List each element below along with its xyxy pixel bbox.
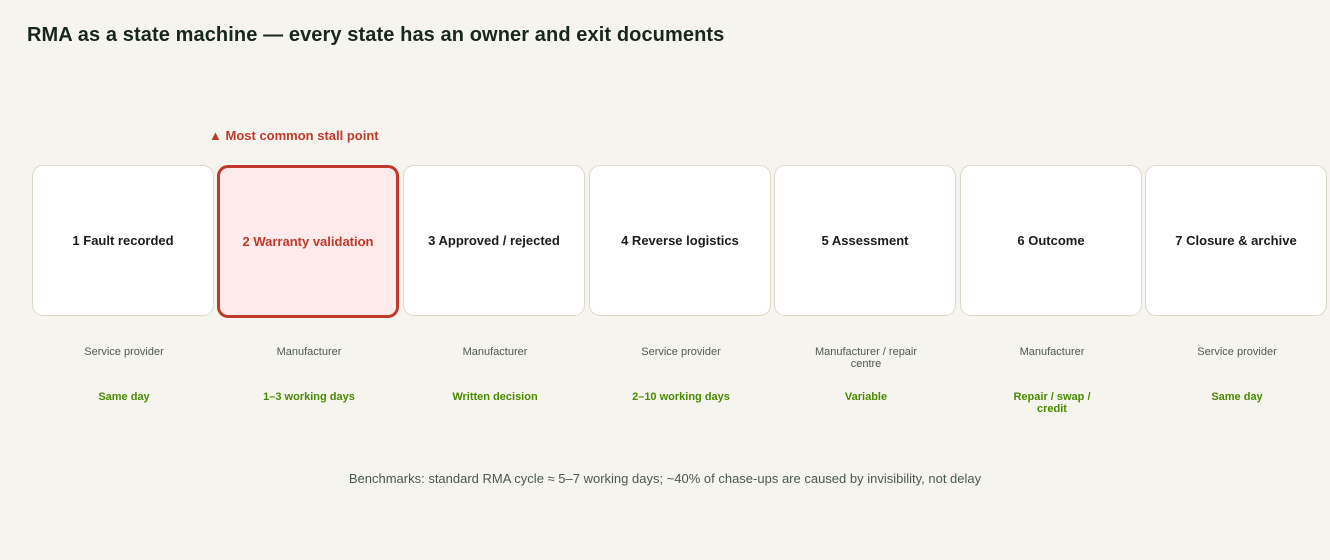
benchmarks-footnote: Benchmarks: standard RMA cycle ≈ 5–7 wor… xyxy=(348,471,982,486)
stage-owner: Service provider xyxy=(641,346,721,358)
stage-card: 5 Assessment xyxy=(774,165,956,316)
stage-timing: Repair / swap / credit xyxy=(1013,391,1091,415)
stage-label: 3 Approved / rejected xyxy=(428,233,560,248)
stall-point-annotation: ▲ Most common stall point xyxy=(209,128,379,143)
stage-owner: Manufacturer xyxy=(276,346,342,358)
stage-timing: 1–3 working days xyxy=(263,391,355,403)
page-title: RMA as a state machine — every state has… xyxy=(27,24,725,46)
stage-card: 3 Approved / rejected xyxy=(403,165,585,316)
stage-fault-recorded: 1 Fault recorded Service provider Same d… xyxy=(32,165,216,425)
state-machine-stages: 1 Fault recorded Service provider Same d… xyxy=(32,165,1330,425)
stage-card-highlighted: 2 Warranty validation xyxy=(217,165,399,318)
stage-label: 2 Warranty validation xyxy=(242,234,374,249)
stage-label: 6 Outcome xyxy=(1017,233,1085,248)
stage-label: 1 Fault recorded xyxy=(72,233,174,248)
stage-reverse-logistics: 4 Reverse logistics Service provider 2–1… xyxy=(589,165,773,425)
stage-timing: Variable xyxy=(844,391,888,403)
stage-timing: Same day xyxy=(98,391,150,403)
stage-label: 5 Assessment xyxy=(821,233,909,248)
stall-point-label: Most common stall point xyxy=(225,128,379,143)
stage-card: 1 Fault recorded xyxy=(32,165,214,316)
stage-card: 6 Outcome xyxy=(960,165,1142,316)
stage-owner: Manufacturer xyxy=(1019,346,1085,358)
stage-label: 7 Closure & archive xyxy=(1175,233,1297,248)
stage-warranty-validation: 2 Warranty validation Manufacturer 1–3 w… xyxy=(217,165,401,425)
stage-label: 4 Reverse logistics xyxy=(621,233,739,248)
stage-outcome: 6 Outcome Manufacturer Repair / swap / c… xyxy=(960,165,1144,425)
stage-owner: Service provider xyxy=(1197,346,1277,358)
stage-approved-rejected: 3 Approved / rejected Manufacturer Writt… xyxy=(403,165,587,425)
stage-closure-archive: 7 Closure & archive Service provider Sam… xyxy=(1145,165,1329,425)
stage-owner: Manufacturer / repair centre xyxy=(814,346,918,370)
stage-owner: Service provider xyxy=(84,346,164,358)
stage-card: 4 Reverse logistics xyxy=(589,165,771,316)
triangle-up-icon: ▲ xyxy=(209,128,222,143)
stage-timing: 2–10 working days xyxy=(632,391,730,403)
stage-card: 7 Closure & archive xyxy=(1145,165,1327,316)
stage-assessment: 5 Assessment Manufacturer / repair centr… xyxy=(774,165,958,425)
stage-owner: Manufacturer xyxy=(462,346,528,358)
stage-timing: Same day xyxy=(1211,391,1263,403)
stage-timing: Written decision xyxy=(452,391,538,403)
